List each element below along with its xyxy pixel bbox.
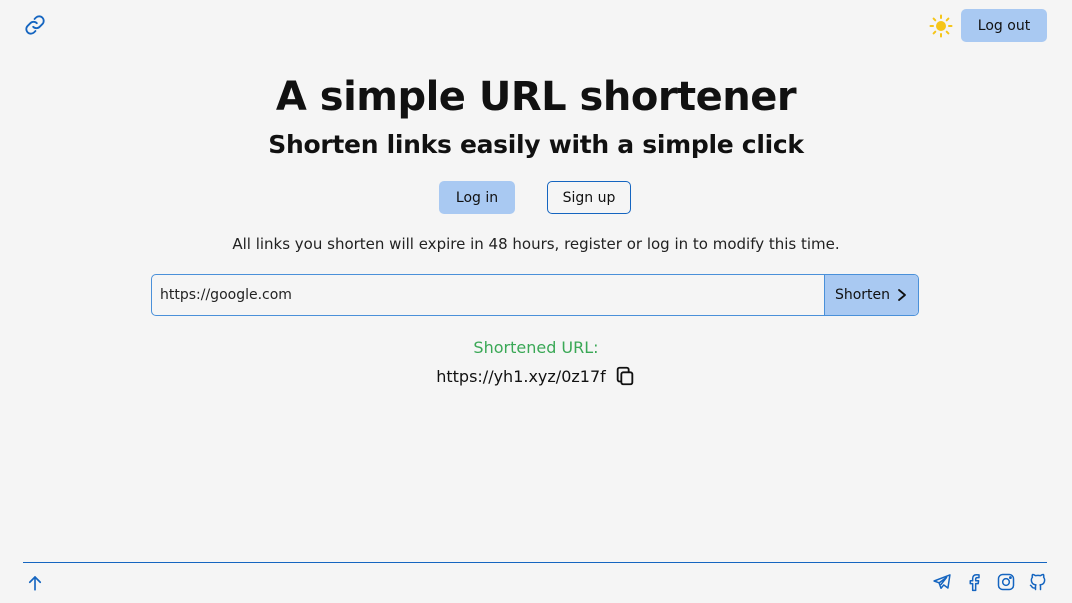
shorten-form: Shorten: [151, 274, 919, 316]
auth-buttons: Log in Sign up: [0, 181, 1072, 214]
link-icon[interactable]: [24, 14, 46, 36]
login-button[interactable]: Log in: [439, 181, 515, 214]
social-links: [932, 572, 1048, 592]
copy-icon[interactable]: [614, 365, 636, 387]
page-title: A simple URL shortener: [275, 74, 797, 120]
sun-icon[interactable]: [929, 14, 953, 38]
logout-button[interactable]: Log out: [961, 9, 1047, 42]
shorten-button[interactable]: Shorten: [824, 275, 918, 315]
github-icon[interactable]: [1028, 572, 1048, 592]
result-row: https://yh1.xyz/0z17f: [0, 364, 1072, 388]
telegram-icon[interactable]: [932, 572, 952, 592]
footer-divider: [23, 562, 1047, 563]
instagram-icon[interactable]: [996, 572, 1016, 592]
signup-button[interactable]: Sign up: [547, 181, 631, 214]
shortened-url[interactable]: https://yh1.xyz/0z17f: [436, 367, 606, 386]
page-subtitle: Shorten links easily with a simple click: [268, 130, 804, 159]
arrow-up-icon[interactable]: [26, 574, 44, 592]
top-navigation: Log out: [0, 0, 1072, 52]
result-label: Shortened URL:: [473, 338, 599, 357]
chevron-right-icon: [896, 288, 908, 302]
facebook-icon[interactable]: [964, 572, 984, 592]
expiry-notice: All links you shorten will expire in 48 …: [232, 235, 840, 253]
url-input[interactable]: [152, 275, 824, 315]
shorten-button-label: Shorten: [834, 287, 891, 303]
